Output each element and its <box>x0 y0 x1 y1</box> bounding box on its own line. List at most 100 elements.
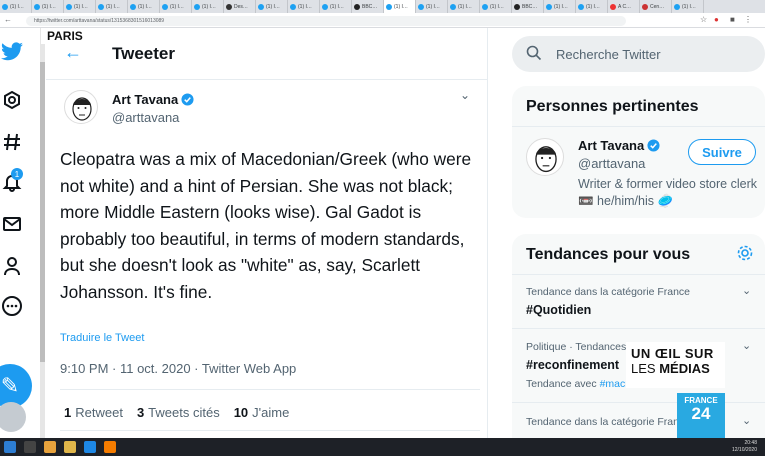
trend-category: Tendance dans la catégorie France <box>526 286 691 298</box>
extension-icon[interactable]: ● <box>714 15 719 24</box>
back-arrow-icon[interactable]: ← <box>64 42 82 63</box>
browser-tab[interactable]: BBC… <box>352 0 384 13</box>
feather-plus-icon: ✎ <box>0 373 20 398</box>
notification-badge: 1 <box>11 168 23 180</box>
compose-tweet-button[interactable]: ✎ <box>0 364 32 408</box>
tweet-author-name[interactable]: Art Tavana <box>112 92 194 107</box>
relevant-user-avatar[interactable] <box>526 138 564 176</box>
twitter-favicon-icon <box>34 3 40 10</box>
extension-icon[interactable]: ■ <box>730 15 735 24</box>
browser-tab[interactable]: Des… <box>224 0 256 13</box>
twitter-favicon-icon <box>418 3 424 10</box>
main-header: ← Tweeter <box>46 28 488 80</box>
browser-tab[interactable]: (1) I… <box>256 0 288 13</box>
show-logo-overlay: UN ŒIL SUR LES MÉDIAS <box>626 342 725 388</box>
browser-tab-active[interactable]: (1) I… <box>384 0 416 13</box>
browser-tab[interactable]: (1) I… <box>96 0 128 13</box>
edge-icon[interactable] <box>84 441 96 453</box>
divider <box>60 389 480 390</box>
browser-tab[interactable]: (1) I… <box>544 0 576 13</box>
hashtag-icon[interactable] <box>0 130 24 154</box>
gear-icon[interactable] <box>736 244 754 262</box>
url-field[interactable]: https://twitter.com/arttavana/status/131… <box>26 16 626 26</box>
verified-badge-icon <box>181 93 194 106</box>
tweet-timestamp[interactable]: 9:10 PM · 11 oct. 2020 · Twitter Web App <box>60 361 296 376</box>
browser-tab[interactable]: (1) I… <box>64 0 96 13</box>
page-favicon-icon <box>226 3 232 10</box>
chevron-down-icon[interactable]: ⌄ <box>742 284 751 297</box>
translate-tweet-link[interactable]: Traduire le Tweet <box>60 332 144 344</box>
quote-count[interactable]: 3 Tweets cités <box>137 405 220 420</box>
trends-panel: Tendances pour vous Tendance dans la cat… <box>512 234 765 438</box>
scrollbar-thumb[interactable] <box>40 62 45 362</box>
twitter-favicon-icon <box>194 3 200 10</box>
chevron-down-icon[interactable]: ⌄ <box>742 414 751 427</box>
bbc-favicon-icon <box>514 3 520 10</box>
bbc-favicon-icon <box>354 3 360 10</box>
os-taskbar: 20:48 12/10/2020 <box>0 438 765 456</box>
divider <box>512 126 765 127</box>
system-clock[interactable]: 20:48 12/10/2020 <box>732 440 757 454</box>
twitter-favicon-icon <box>130 3 136 10</box>
messages-envelope-icon[interactable] <box>0 212 24 236</box>
browser-tab[interactable]: BBC… <box>512 0 544 13</box>
explore-icon[interactable] <box>0 88 24 112</box>
profile-person-icon[interactable] <box>0 254 24 278</box>
chevron-down-icon[interactable]: ⌄ <box>742 339 751 352</box>
browser-tab[interactable]: (1) I… <box>480 0 512 13</box>
account-avatar[interactable] <box>0 402 26 432</box>
browser-tab[interactable]: (1) I… <box>160 0 192 13</box>
screen: (1) I… (1) I… (1) I… (1) I… (1) I… (1) I… <box>0 0 765 456</box>
browser-tab[interactable]: Cen… <box>640 0 672 13</box>
menu-dots-icon[interactable]: ⋮ <box>744 15 752 24</box>
trend-name: #Quotidien <box>526 303 592 317</box>
twitter-logo-icon[interactable] <box>0 40 24 64</box>
tweet-author-handle[interactable]: @arttavana <box>112 110 179 125</box>
relevant-user-handle[interactable]: @arttavana <box>578 156 645 171</box>
firefox-icon[interactable] <box>104 441 116 453</box>
browser-tab[interactable]: (1) I… <box>576 0 608 13</box>
chrome-icon[interactable] <box>44 441 56 453</box>
star-icon[interactable]: ☆ <box>700 15 707 24</box>
twitter-favicon-icon <box>674 3 680 10</box>
twitter-favicon-icon <box>546 3 552 10</box>
browser-tab[interactable]: (1) I… <box>448 0 480 13</box>
channel-logo-overlay: FRANCE 24 <box>677 393 725 439</box>
relevant-user-name[interactable]: Art Tavana <box>578 138 660 153</box>
search-box[interactable]: Recherche Twitter <box>512 36 765 72</box>
relevant-user-bio: Writer & former video store clerk 📼 he/h… <box>578 177 757 208</box>
browser-tab[interactable]: (1) I… <box>320 0 352 13</box>
task-view-icon[interactable] <box>24 441 36 453</box>
more-dots-icon[interactable] <box>0 294 24 318</box>
relevant-people-title: Personnes pertinentes <box>526 98 699 115</box>
browser-tab[interactable]: (1) I… <box>128 0 160 13</box>
browser-tab[interactable]: (1) I… <box>192 0 224 13</box>
browser-tab-strip: (1) I… (1) I… (1) I… (1) I… (1) I… (1) I… <box>0 0 765 13</box>
browser-tab[interactable]: (1) I… <box>416 0 448 13</box>
back-arrow-icon[interactable]: ← <box>4 15 12 24</box>
twitter-favicon-icon <box>578 3 584 10</box>
tweet-text: Cleopatra was a mix of Macedonian/Greek … <box>60 149 472 302</box>
main-column: ← Tweeter Art Tavana @arttavana ⌄ Cleopa… <box>46 28 488 438</box>
like-count[interactable]: 10 J'aime <box>234 405 290 420</box>
tweet-author-avatar[interactable] <box>64 90 98 124</box>
file-explorer-icon[interactable] <box>64 441 76 453</box>
twitter-favicon-icon <box>322 3 328 10</box>
trend-item[interactable]: Tendance dans la catégorie France #Quoti… <box>526 286 756 317</box>
twitter-favicon-icon <box>2 3 8 10</box>
retweet-count[interactable]: 1 Retweet <box>64 405 123 420</box>
browser-tab[interactable]: (1) I… <box>32 0 64 13</box>
browser-tab[interactable]: (1) I… <box>288 0 320 13</box>
browser-tab[interactable]: (1) I… <box>672 0 704 13</box>
page-title: Tweeter <box>112 44 175 63</box>
follow-button[interactable]: Suivre <box>688 139 756 165</box>
twitter-favicon-icon <box>98 3 104 10</box>
divider <box>512 328 765 329</box>
browser-tab[interactable]: (1) I… <box>0 0 32 13</box>
location-tag: PARIS <box>41 28 89 44</box>
twitter-favicon-icon <box>386 3 392 10</box>
trends-title: Tendances pour vous <box>526 246 691 263</box>
browser-tab[interactable]: A C… <box>608 0 640 13</box>
start-icon[interactable] <box>4 441 16 453</box>
chevron-down-icon[interactable]: ⌄ <box>460 88 470 102</box>
